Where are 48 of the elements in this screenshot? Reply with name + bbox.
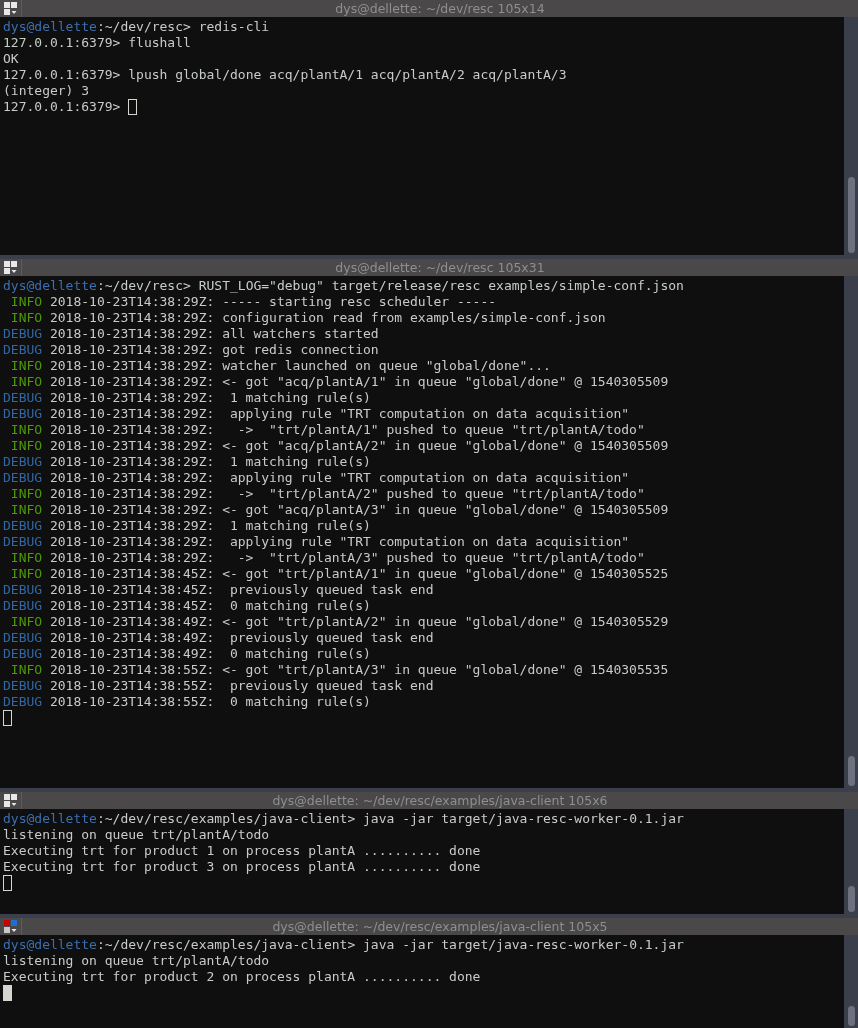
output-line: Executing trt for product 3 on process plantA .......... done bbox=[3, 859, 482, 875]
grid-icon[interactable] bbox=[4, 794, 17, 807]
output-line: listening on queue trt/plantA/todo bbox=[3, 827, 271, 843]
output-line: 127.0.0.1:6379> flushall bbox=[3, 35, 192, 51]
log-line: DEBUG 2018-10-23T14:38:29Z: 1 matching rule(s) bbox=[3, 454, 372, 470]
log-line: INFO 2018-10-23T14:38:29Z: ----- starting resc scheduler ----- bbox=[9, 294, 498, 310]
output-line: 127.0.0.1:6379> bbox=[3, 99, 122, 115]
log-line: INFO 2018-10-23T14:38:29Z: -> "trt/plantA/1" pushed to queue "trt/plantA/todo" bbox=[9, 422, 646, 438]
log-line: INFO 2018-10-23T14:38:55Z: <- got "trt/plantA/3" in queue "global/done" @ 1540305535 bbox=[9, 662, 670, 678]
output-line: listening on queue trt/plantA/todo bbox=[3, 953, 271, 969]
log-line: DEBUG 2018-10-23T14:38:45Z: 0 matching rule(s) bbox=[3, 598, 372, 614]
prompt-line: dys@dellette:~/dev/resc/examples/java-client> java -jar target/java-resc-worker-0.1.jar bbox=[3, 811, 685, 827]
log-line: INFO 2018-10-23T14:38:29Z: -> "trt/plantA/3" pushed to queue "trt/plantA/todo" bbox=[9, 550, 646, 566]
output-line: (integer) 3 bbox=[3, 83, 91, 99]
window-title: dys@dellette: ~/dev/resc/examples/java-client 105x5 bbox=[271, 918, 609, 935]
window-title: dys@dellette: ~/dev/resc 105x14 bbox=[334, 0, 546, 17]
output-line: Executing trt for product 1 on process plantA .......... done bbox=[3, 843, 482, 859]
log-line: DEBUG 2018-10-23T14:38:29Z: got redis connection bbox=[3, 342, 380, 358]
log-line: DEBUG 2018-10-23T14:38:29Z: applying rule "TRT computation on data acquisition" bbox=[3, 406, 631, 422]
output-line: OK bbox=[3, 51, 20, 67]
grid-icon[interactable] bbox=[4, 261, 17, 274]
log-line: DEBUG 2018-10-23T14:38:29Z: 1 matching rule(s) bbox=[3, 390, 372, 406]
log-line: INFO 2018-10-23T14:38:29Z: <- got "acq/plantA/1" in queue "global/done" @ 1540305509 bbox=[9, 374, 670, 390]
log-line: INFO 2018-10-23T14:38:29Z: -> "trt/plantA/2" pushed to queue "trt/plantA/todo" bbox=[9, 486, 646, 502]
log-line: INFO 2018-10-23T14:38:45Z: <- got "trt/plantA/1" in queue "global/done" @ 1540305525 bbox=[9, 566, 670, 582]
output-line: Executing trt for product 2 on process plantA .......... done bbox=[3, 969, 482, 985]
log-line: DEBUG 2018-10-23T14:38:29Z: applying rule "TRT computation on data acquisition" bbox=[3, 470, 631, 486]
log-line: INFO 2018-10-23T14:38:29Z: <- got "acq/plantA/2" in queue "global/done" @ 1540305509 bbox=[9, 438, 670, 454]
log-line: DEBUG 2018-10-23T14:38:45Z: previously queued task end bbox=[3, 582, 435, 598]
log-line: DEBUG 2018-10-23T14:38:55Z: 0 matching rule(s) bbox=[3, 694, 372, 710]
log-line: INFO 2018-10-23T14:38:49Z: <- got "trt/plantA/2" in queue "global/done" @ 1540305529 bbox=[9, 614, 670, 630]
log-line: DEBUG 2018-10-23T14:38:29Z: 1 matching rule(s) bbox=[3, 518, 372, 534]
window-title: dys@dellette: ~/dev/resc 105x31 bbox=[334, 259, 546, 276]
log-line: DEBUG 2018-10-23T14:38:29Z: all watchers started bbox=[3, 326, 380, 342]
log-line: INFO 2018-10-23T14:38:29Z: configuration read from examples/simple-conf.json bbox=[9, 310, 607, 326]
log-line: DEBUG 2018-10-23T14:38:29Z: applying rule "TRT computation on data acquisition" bbox=[3, 534, 631, 550]
log-line: INFO 2018-10-23T14:38:29Z: <- got "acq/plantA/3" in queue "global/done" @ 1540305509 bbox=[9, 502, 670, 518]
prompt-line: dys@dellette:~/dev/resc> RUST_LOG="debug" target/release/resc examples/simple-conf.json bbox=[3, 278, 685, 294]
grid-icon[interactable] bbox=[4, 920, 17, 933]
prompt-line: dys@dellette:~/dev/resc> redis-cli bbox=[3, 19, 271, 35]
log-line: DEBUG 2018-10-23T14:38:49Z: 0 matching rule(s) bbox=[3, 646, 372, 662]
prompt-line: dys@dellette:~/dev/resc/examples/java-client> java -jar target/java-resc-worker-0.1.jar bbox=[3, 937, 685, 953]
window-title: dys@dellette: ~/dev/resc/examples/java-client 105x6 bbox=[271, 792, 609, 809]
log-line: DEBUG 2018-10-23T14:38:49Z: previously queued task end bbox=[3, 630, 435, 646]
log-line: DEBUG 2018-10-23T14:38:55Z: previously queued task end bbox=[3, 678, 435, 694]
grid-icon[interactable] bbox=[4, 2, 17, 15]
output-line: 127.0.0.1:6379> lpush global/done acq/plantA/1 acq/plantA/2 acq/plantA/3 bbox=[3, 67, 568, 83]
log-line: INFO 2018-10-23T14:38:29Z: watcher launched on queue "global/done"... bbox=[9, 358, 552, 374]
